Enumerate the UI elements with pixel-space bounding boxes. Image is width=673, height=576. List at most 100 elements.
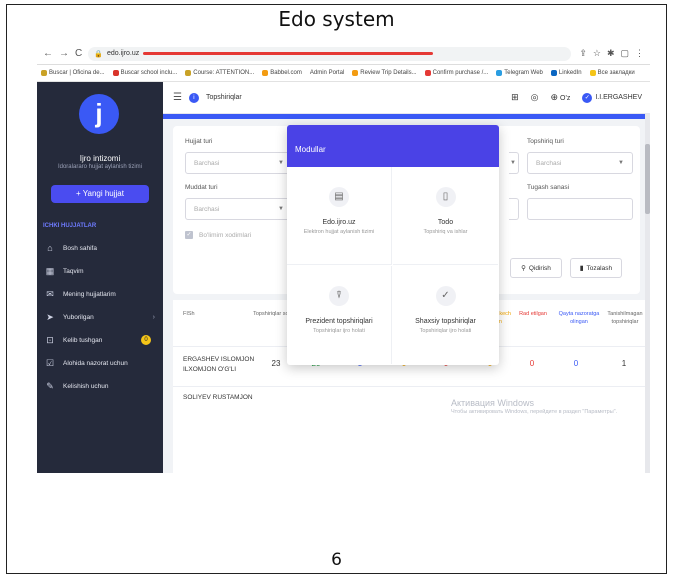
- chevron-down-icon: ▼: [278, 206, 284, 212]
- end-date-input[interactable]: [527, 198, 633, 220]
- brand-subtitle: Idoralararo hujjat aylanish tizimi: [57, 164, 143, 170]
- screenshot: ← → C 🔒 edo.ijro.uz ⇪ ☆ ✱ ▢ ⋮ Buscar | O…: [37, 43, 650, 473]
- pen-icon: ✎: [46, 380, 54, 391]
- sidebar-item-home[interactable]: ⌂ Bosh sahifa: [37, 238, 163, 258]
- bookmark[interactable]: Confirm purchase /...: [424, 70, 488, 76]
- clear-button[interactable]: ▮ Tozalash: [570, 258, 622, 278]
- sidebar: j Ijro intizomi Idoralararo hujjat aylan…: [37, 82, 163, 473]
- check-circle-icon: ✓: [435, 286, 456, 306]
- hamburger-icon[interactable]: ☰: [173, 92, 182, 103]
- inbox-icon: ✉: [46, 288, 54, 299]
- hidden-select-edge[interactable]: ▼: [509, 152, 519, 174]
- task-type-select[interactable]: Barchasi ▼: [527, 152, 633, 174]
- checkbox-icon: ✓: [185, 231, 193, 239]
- cell-recheck: 0: [573, 359, 579, 368]
- globe-icon: ⊕: [550, 92, 559, 102]
- send-icon: ➤: [46, 311, 54, 322]
- modules-grid-icon[interactable]: ⊞: [511, 92, 519, 103]
- bookmarks-bar: Buscar | Oficina de... Buscar school inc…: [37, 65, 650, 82]
- deadline-type-select[interactable]: Barchasi ▼: [185, 198, 293, 220]
- chevron-down-icon: ▼: [510, 160, 516, 166]
- info-icon: i: [188, 92, 199, 103]
- module-personal-tasks[interactable]: ✓ Shaxsiy topshiriqlar Topshiriqlar ijro…: [393, 266, 498, 364]
- checklist-icon: ☑: [45, 357, 55, 368]
- modules-dropdown: Modullar ▤ Edo.ijro.uz Elektron hujjat a…: [287, 125, 499, 365]
- document-icon: ▤: [329, 187, 349, 207]
- window-icon[interactable]: ▢: [620, 48, 629, 59]
- calendar-icon: ▦: [45, 265, 55, 276]
- home-icon: ⌂: [47, 243, 53, 253]
- section-title: ICHKI HUJJATLAR: [43, 223, 97, 229]
- forward-icon[interactable]: →: [59, 48, 69, 59]
- sidebar-item-calendar[interactable]: ▦ Taqvim: [37, 261, 163, 281]
- bookmark[interactable]: Все закладки: [589, 70, 635, 76]
- sidebar-item-special-control[interactable]: ☑ Alohida nazorat uchun: [37, 353, 163, 373]
- chevron-down-icon: ▼: [278, 160, 284, 166]
- share-icon[interactable]: ⇪: [579, 48, 587, 59]
- sidebar-item-sent[interactable]: ➤ Yuborilgan ›: [37, 307, 163, 327]
- table-row[interactable]: SOLIYEV RUSTAMJON: [173, 386, 650, 426]
- department-checkbox[interactable]: ✓ Bo'limim xodimlari: [185, 231, 251, 239]
- table-header-cell: Qayta nazoratga olingan: [558, 311, 600, 325]
- brand-name: Ijro intizomi: [79, 154, 121, 163]
- scroll-thumb[interactable]: [645, 144, 650, 214]
- windows-activation-text: Чтобы активировать Windows, перейдите в …: [451, 409, 618, 415]
- document-type-select[interactable]: Barchasi ▼: [185, 152, 293, 174]
- search-button[interactable]: ⚲ Qidirish: [510, 258, 562, 278]
- bookmark[interactable]: Buscar school inclu...: [112, 70, 177, 76]
- bookmark[interactable]: Admin Portal: [310, 70, 344, 76]
- back-icon[interactable]: ←: [43, 48, 53, 59]
- star-icon[interactable]: ☆: [593, 48, 601, 59]
- accent-strip: [163, 114, 650, 119]
- menu-icon[interactable]: ⋮: [635, 48, 644, 59]
- app-topbar: ☰ i Topshiriqlar ⊞ ◎ ⊕ O'z ✓ I.I.ERGASHE…: [163, 82, 650, 114]
- row-name: SOLIYEV RUSTAMJON: [183, 394, 253, 401]
- page-title: Topshiriqlar: [205, 94, 242, 101]
- windows-activation-title: Активация Windows: [451, 398, 534, 408]
- sidebar-item-my-documents[interactable]: ✉ Mening hujjatlarim: [37, 284, 163, 304]
- trash-icon: ▮: [579, 265, 584, 272]
- end-date-label: Tugash sanasi: [527, 184, 570, 191]
- count-badge: 0: [141, 335, 151, 345]
- incoming-icon: ⊡: [46, 334, 54, 345]
- hidden-input-edge[interactable]: [509, 198, 519, 220]
- bookmark-icon: ▯: [435, 187, 456, 207]
- bookmark[interactable]: Babbel.com: [262, 70, 302, 76]
- lock-icon: 🔒: [94, 50, 103, 58]
- app-logo: j: [79, 94, 119, 134]
- modules-header: Modullar: [287, 125, 499, 167]
- bookmark[interactable]: Buscar | Oficina de...: [41, 70, 105, 76]
- support-icon[interactable]: ◎: [531, 92, 539, 103]
- task-type-label: Topshiriq turi: [527, 138, 564, 145]
- module-edo[interactable]: ▤ Edo.ijro.uz Elektron hujjat aylanish t…: [287, 167, 392, 265]
- redacted-url: [143, 52, 434, 55]
- module-todo[interactable]: ▯ Todo Topshiriq va ishlar: [393, 167, 498, 265]
- chevron-right-icon: ›: [152, 313, 155, 321]
- row-name: ERGASHEV ISLOMJON ILXOMJON O'G'LI: [183, 356, 255, 373]
- scrollbar[interactable]: [645, 114, 650, 473]
- bookmark[interactable]: Telegram Web: [496, 70, 543, 76]
- table-header-cell: FISh: [183, 311, 195, 317]
- bookmark[interactable]: Review Trip Details...: [352, 70, 417, 76]
- language-switch[interactable]: ⊕ O'z: [551, 92, 571, 103]
- avatar: ✓: [582, 92, 593, 103]
- document-type-label: Hujjat turi: [185, 138, 213, 145]
- page-number: 6: [331, 550, 342, 570]
- document-frame: Edo system ← → C 🔒 edo.ijro.uz ⇪ ☆ ✱ ▢ ⋮: [6, 4, 667, 574]
- table-header-cell: Tanishilmagan topshiriqlar: [607, 311, 643, 325]
- cell-unread: 1: [621, 359, 627, 368]
- caption-title: Edo system: [278, 7, 395, 31]
- search-icon: ⚲: [521, 265, 526, 272]
- new-document-button[interactable]: + Yangi hujjat: [51, 185, 149, 203]
- deadline-type-label: Muddat turi: [185, 184, 218, 191]
- browser-toolbar: ← → C 🔒 edo.ijro.uz ⇪ ☆ ✱ ▢ ⋮: [37, 43, 650, 65]
- reload-icon[interactable]: C: [75, 48, 82, 59]
- sidebar-item-approval[interactable]: ✎ Kelishish uchun: [37, 376, 163, 396]
- bookmark[interactable]: LinkedIn: [550, 70, 582, 76]
- sidebar-item-incoming[interactable]: ⊡ Kelib tushgan 0: [37, 330, 163, 350]
- extension-icon[interactable]: ✱: [607, 48, 615, 59]
- bookmark[interactable]: Course: ATTENTION...: [185, 70, 254, 76]
- user-menu[interactable]: ✓ I.I.ERGASHEV: [582, 92, 642, 103]
- module-president-tasks[interactable]: ⍒ Prezident topshiriqlari Topshiriqlar i…: [287, 266, 392, 364]
- address-bar[interactable]: 🔒 edo.ijro.uz: [88, 46, 572, 61]
